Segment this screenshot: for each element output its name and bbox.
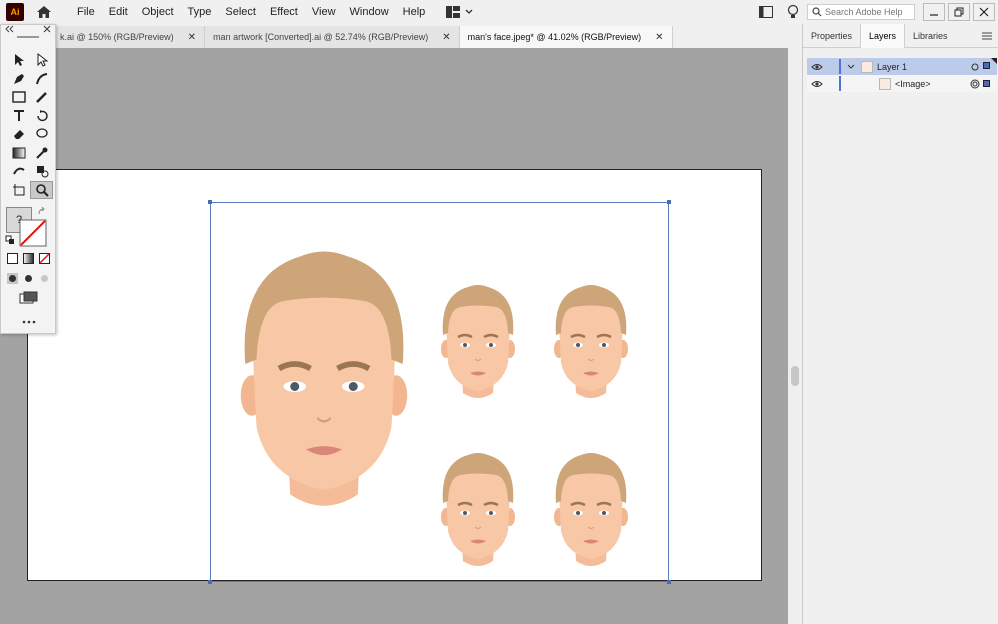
change-screen-mode-icon[interactable] [19, 291, 39, 305]
puppet-warp-tool-icon[interactable] [7, 162, 30, 180]
minimize-icon [930, 14, 938, 16]
workspace-switcher[interactable] [446, 6, 473, 18]
artboard-tool-icon[interactable] [7, 181, 30, 199]
paintbrush-tool-icon[interactable] [30, 88, 53, 106]
tab-label: k.ai @ 150% (RGB/Preview) [60, 32, 174, 42]
resize-handle[interactable] [667, 200, 671, 204]
chevron-down-icon[interactable] [847, 64, 855, 70]
tab-properties[interactable]: Properties [803, 24, 860, 48]
selection-tool-icon[interactable] [7, 51, 30, 69]
close-icon[interactable]: ✕ [655, 32, 663, 43]
menu-window[interactable]: Window [343, 0, 396, 24]
selection-bounding-box[interactable] [208, 200, 671, 584]
layer-row-layer-1[interactable]: Layer 1 [807, 58, 997, 75]
vertical-scrollbar[interactable] [788, 48, 802, 624]
layer-color-indicator [839, 59, 841, 74]
artboard[interactable] [27, 169, 762, 584]
tab-label: man artwork [Converted].ai @ 52.74% (RGB… [213, 32, 429, 42]
menu-object[interactable]: Object [135, 0, 181, 24]
close-icon [979, 7, 989, 17]
curvature-tool-icon[interactable] [30, 70, 53, 88]
restore-button[interactable] [948, 3, 970, 21]
menu-bar: Ai File Edit Object Type Select Effect V… [0, 0, 998, 24]
target-icon[interactable] [970, 79, 980, 89]
chevron-down-icon [465, 9, 473, 14]
tools-panel: ? [0, 24, 56, 334]
visibility-eye-icon[interactable] [811, 80, 823, 88]
workspace-icon [446, 6, 461, 18]
layer-color-indicator [839, 76, 841, 91]
close-button[interactable] [973, 3, 995, 21]
selection-indicator[interactable] [983, 62, 990, 69]
visibility-eye-icon[interactable] [811, 63, 823, 71]
app-logo: Ai [6, 3, 24, 21]
gradient-mode-icon[interactable] [23, 253, 34, 264]
resize-handle[interactable] [208, 200, 212, 204]
default-colors-icon[interactable] [5, 235, 15, 245]
pen-tool-icon[interactable] [7, 70, 30, 88]
canvas-area[interactable] [0, 48, 788, 624]
layer-thumbnail [861, 60, 873, 73]
eyedropper-tool-icon[interactable] [30, 144, 53, 162]
draw-inside-icon[interactable] [39, 273, 50, 284]
draw-normal-icon[interactable] [7, 273, 18, 284]
shape-builder-tool-icon[interactable] [30, 162, 53, 180]
color-mode-icon[interactable] [7, 253, 18, 264]
resize-handle[interactable] [667, 580, 671, 584]
eraser-tool-icon[interactable] [7, 125, 30, 143]
tab-libraries[interactable]: Libraries [905, 24, 956, 48]
fold-corner-icon [991, 58, 997, 64]
layer-row-image[interactable]: <Image> [807, 75, 997, 92]
tab-document-2[interactable]: man artwork [Converted].ai @ 52.74% (RGB… [205, 26, 460, 48]
illustrator-window: Ai File Edit Object Type Select Effect V… [0, 0, 998, 624]
layer-thumbnail [879, 77, 891, 90]
scrollbar-thumb[interactable] [791, 366, 799, 386]
lasso-tool-icon[interactable] [30, 125, 53, 143]
close-icon[interactable] [43, 25, 51, 33]
direct-selection-tool-icon[interactable] [30, 51, 53, 69]
menu-select[interactable]: Select [218, 0, 263, 24]
menu-edit[interactable]: Edit [102, 0, 135, 24]
minimize-button[interactable] [923, 3, 945, 21]
resize-handle[interactable] [208, 580, 212, 584]
arrange-documents-icon[interactable] [759, 6, 773, 18]
gradient-tool-icon[interactable] [7, 144, 30, 162]
tab-document-3[interactable]: man's face.jpeg* @ 41.02% (RGB/Preview) … [459, 26, 673, 48]
menu-file[interactable]: File [70, 0, 102, 24]
lightbulb-icon[interactable] [787, 4, 799, 20]
layers-list: Layer 1 <Image> [807, 58, 997, 92]
selection-indicator[interactable] [983, 80, 990, 87]
layers-panel: Properties Layers Libraries Layer 1 <Ima… [802, 23, 998, 624]
restore-icon [954, 7, 964, 17]
tab-layers[interactable]: Layers [860, 23, 906, 48]
stroke-color-swatch[interactable] [19, 219, 47, 247]
type-tool-icon[interactable] [7, 107, 30, 125]
layer-name[interactable]: <Image> [895, 79, 931, 89]
none-mode-icon[interactable] [39, 253, 50, 264]
search-input[interactable]: Search Adobe Help [807, 4, 915, 20]
search-icon [812, 7, 822, 17]
collapse-panel-icon[interactable] [5, 25, 15, 33]
document-tabs: k.ai @ 150% (RGB/Preview) ✕ man artwork … [0, 24, 802, 48]
target-icon[interactable] [971, 63, 979, 71]
menu-view[interactable]: View [305, 0, 343, 24]
draw-behind-icon[interactable] [23, 273, 34, 284]
close-icon[interactable]: ✕ [188, 32, 196, 43]
rectangle-tool-icon[interactable] [7, 88, 30, 106]
close-icon[interactable]: ✕ [442, 32, 450, 43]
more-tools-icon[interactable] [22, 320, 36, 324]
swap-colors-icon[interactable] [37, 207, 47, 217]
rotate-tool-icon[interactable] [30, 107, 53, 125]
tab-label: man's face.jpeg* @ 41.02% (RGB/Preview) [467, 32, 642, 42]
panel-menu-icon[interactable] [982, 32, 992, 40]
menu-type[interactable]: Type [181, 0, 219, 24]
home-icon[interactable] [36, 4, 52, 20]
layer-name[interactable]: Layer 1 [877, 62, 907, 72]
zoom-tool-icon[interactable] [30, 180, 53, 199]
search-placeholder: Search Adobe Help [825, 7, 903, 17]
menu-help[interactable]: Help [396, 0, 433, 24]
menu-effect[interactable]: Effect [263, 0, 305, 24]
